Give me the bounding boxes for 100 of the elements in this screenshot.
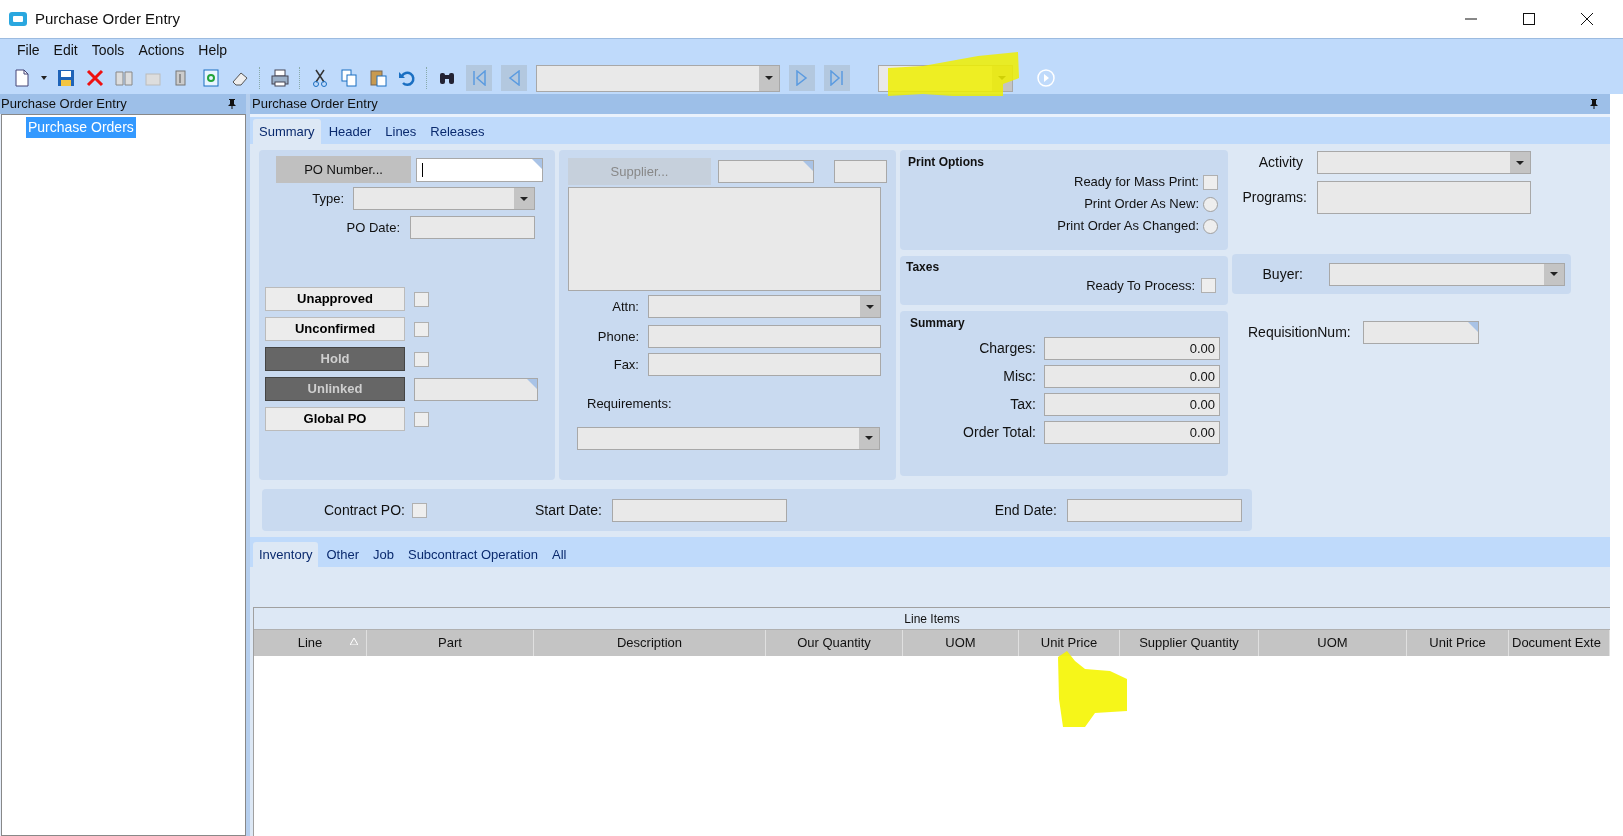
tab[interactable]: Summary — [253, 119, 321, 144]
field-label: Fax: — [613, 355, 639, 374]
dropdown-field[interactable] — [536, 64, 780, 92]
dropdown-arrow-icon[interactable] — [765, 76, 773, 80]
status-button[interactable]: Unconfirmed — [265, 317, 405, 341]
next-record-button[interactable] — [789, 65, 815, 91]
dropdown-field[interactable] — [648, 295, 881, 318]
checkbox[interactable] — [414, 351, 429, 367]
field-label: Tax: — [1010, 395, 1036, 414]
po-number-field[interactable] — [416, 157, 543, 182]
field-label: Programs: — [1242, 188, 1307, 207]
tab[interactable]: Job — [367, 542, 400, 567]
tab[interactable]: Lines — [379, 119, 423, 144]
status-button[interactable]: Hold — [265, 347, 405, 371]
pin-icon[interactable] — [1590, 99, 1598, 109]
requisition-field[interactable] — [1362, 321, 1479, 344]
previous-record-icon[interactable] — [507, 70, 521, 86]
last-record-button[interactable] — [824, 65, 850, 91]
menu-item[interactable]: Tools — [90, 40, 126, 61]
checkbox[interactable] — [1203, 174, 1218, 190]
radio-button[interactable] — [1203, 196, 1218, 212]
supplier-field[interactable] — [718, 160, 814, 183]
column-header[interactable]: Unit Price — [1407, 630, 1509, 656]
menu-item[interactable]: File — [16, 40, 41, 61]
field-label: Ready To Process: — [1086, 277, 1195, 295]
tab[interactable]: Inventory — [253, 542, 319, 567]
paste-icon[interactable] — [368, 68, 388, 88]
fax-field[interactable] — [648, 353, 881, 376]
maximize-icon[interactable] — [1523, 13, 1535, 25]
address-box[interactable] — [568, 187, 881, 291]
next-record-icon[interactable] — [795, 70, 809, 86]
column-header[interactable]: UOM — [1259, 630, 1407, 656]
checkbox[interactable] — [414, 291, 429, 307]
field-label: Charges: — [979, 339, 1036, 358]
printer-icon[interactable] — [270, 68, 290, 88]
tab[interactable]: Other — [320, 542, 365, 567]
column-header[interactable]: Description — [534, 630, 766, 656]
status-button[interactable]: Unapproved — [265, 287, 405, 311]
column-header[interactable]: Part — [367, 630, 534, 656]
tab[interactable]: All — [546, 542, 573, 567]
dropdown-arrow-icon[interactable] — [520, 196, 528, 201]
menu-item[interactable]: Edit — [52, 40, 79, 61]
po-number-button[interactable]: PO Number... — [276, 156, 411, 183]
tab[interactable]: Subcontract Operation — [401, 542, 545, 567]
menu-item[interactable]: Help — [197, 40, 229, 61]
sort-arrow-icon[interactable] — [350, 638, 358, 645]
scissors-icon[interactable] — [310, 68, 330, 88]
field-label: Print Order As New: — [1084, 195, 1199, 214]
copy-icon[interactable] — [339, 68, 359, 88]
dropdown-field[interactable] — [577, 426, 880, 450]
status-button[interactable]: Global PO — [265, 407, 405, 431]
field-label: Attn: — [612, 297, 639, 316]
dropdown-field[interactable] — [1329, 262, 1565, 286]
status-button[interactable]: Unlinked — [265, 377, 405, 401]
dropdown-arrow-icon[interactable] — [41, 76, 47, 80]
tab[interactable]: Releases — [424, 119, 491, 144]
app-icon[interactable] — [9, 12, 27, 26]
dropdown-arrow-icon[interactable] — [1550, 272, 1558, 276]
first-record-button[interactable] — [466, 65, 492, 91]
new-document-icon[interactable] — [12, 68, 32, 88]
tab[interactable]: Header — [322, 119, 378, 144]
link-field[interactable] — [414, 377, 538, 401]
column-header[interactable]: Document Exte — [1509, 630, 1610, 656]
column-header[interactable]: UOM — [903, 630, 1019, 656]
menu-item[interactable]: Actions — [137, 40, 186, 61]
phone-field[interactable] — [648, 325, 881, 348]
checkbox[interactable] — [1201, 278, 1216, 294]
delete-icon[interactable] — [85, 68, 105, 88]
dropdown-field[interactable] — [353, 187, 535, 210]
pin-icon[interactable] — [228, 99, 236, 109]
last-record-icon[interactable] — [830, 70, 844, 86]
supplier-code-field[interactable] — [834, 160, 887, 183]
panel-title: Purchase Order Entry — [252, 95, 379, 114]
amount-field: 0.00 — [1044, 393, 1220, 416]
field-label: Order Total: — [963, 423, 1036, 442]
dropdown-arrow-icon[interactable] — [1516, 160, 1524, 165]
field-label: End Date: — [994, 500, 1057, 520]
close-icon[interactable] — [1581, 13, 1593, 25]
column-header[interactable]: Our Quantity — [766, 630, 903, 656]
checkbox[interactable] — [414, 321, 429, 337]
dropdown-arrow-icon[interactable] — [866, 304, 874, 309]
save-icon[interactable] — [56, 68, 76, 88]
book-icon[interactable] — [114, 68, 134, 88]
field-label: PO Date: — [346, 218, 400, 237]
column-header[interactable]: Line — [254, 630, 367, 656]
checkbox[interactable] — [414, 411, 429, 427]
previous-record-button[interactable] — [501, 65, 527, 91]
radio-button[interactable] — [1203, 218, 1218, 234]
dropdown-field[interactable] — [1317, 151, 1531, 174]
date-field[interactable] — [1067, 498, 1242, 522]
dropdown-arrow-icon[interactable] — [865, 436, 873, 440]
amount-field: 0.00 — [1044, 421, 1220, 444]
date-field[interactable] — [410, 216, 535, 239]
first-record-icon[interactable] — [472, 70, 486, 86]
play-circle-icon[interactable] — [1037, 69, 1055, 87]
checkbox[interactable] — [411, 502, 427, 518]
amount-field: 0.00 — [1044, 337, 1220, 360]
date-field[interactable] — [611, 498, 787, 522]
programs-field[interactable] — [1317, 181, 1531, 214]
column-header[interactable]: Supplier Quantity — [1120, 630, 1259, 656]
